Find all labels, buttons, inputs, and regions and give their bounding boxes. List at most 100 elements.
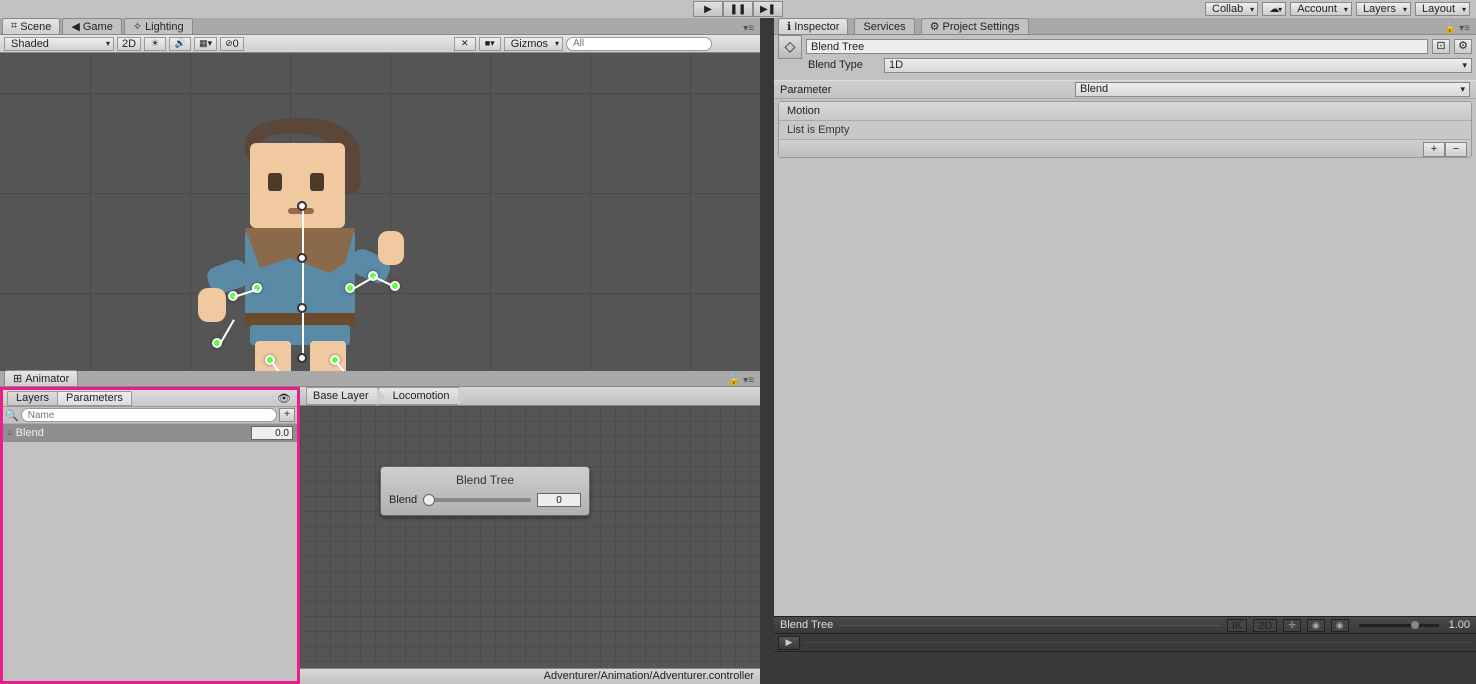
layers-label: Layers [1363, 3, 1396, 15]
step-button[interactable]: ▶❚ [753, 1, 783, 17]
layout-dropdown[interactable]: Layout [1415, 2, 1470, 16]
tab-scene[interactable]: ⌗Scene [2, 18, 60, 34]
motion-list: Motion List is Empty + − [778, 101, 1472, 158]
scene-search-input[interactable] [566, 37, 712, 51]
blend-tree-icon: ◇ [778, 35, 802, 59]
bone-chest[interactable] [297, 253, 307, 263]
animator-lock-icon[interactable]: 🔒 ▾≡ [728, 375, 760, 386]
preview-panel: Blend Tree IK 2D ✛ ◉ ◉ 1.00 ▶ [774, 616, 1476, 684]
shading-dropdown[interactable]: Shaded [4, 37, 114, 51]
scene-search[interactable] [566, 37, 756, 51]
tab-inspector-label: Inspector [794, 21, 839, 33]
2d-toggle[interactable]: 2D [117, 37, 141, 51]
layers-dropdown[interactable]: Layers [1356, 2, 1411, 16]
preview-divider [839, 625, 1221, 626]
parameter-section: Parameter Blend Motion List is Empty + − [774, 80, 1476, 158]
camera-button[interactable]: ■▾ [479, 37, 501, 51]
tab-project-settings[interactable]: ⚙Project Settings [921, 18, 1029, 34]
fx-toggle[interactable]: ▦▾ [194, 37, 217, 51]
animator-graph[interactable]: Base Layer Locomotion Blend Tree Blend A [300, 387, 760, 684]
remove-motion-button[interactable]: − [1445, 142, 1467, 157]
tab-game[interactable]: ◀ Game [62, 18, 121, 34]
animator-icon: ⊞ [13, 372, 22, 385]
character-sprite[interactable] [190, 113, 410, 373]
preset-button[interactable]: ⊡ [1432, 39, 1450, 54]
hidden-toggle[interactable]: ⊘0 [220, 37, 244, 51]
add-parameter-button[interactable]: + [279, 408, 295, 422]
tab-services[interactable]: Services [854, 18, 914, 34]
preview-settings-2[interactable]: ◉ [1331, 619, 1349, 632]
bone-root[interactable] [297, 353, 307, 363]
preview-timeline[interactable] [804, 642, 1472, 643]
scene-view[interactable] [0, 53, 760, 373]
main-area: ⌗Scene ◀ Game ✧Lighting ▾≡ Shaded 2D ☀ 🔊 … [0, 18, 760, 684]
breadcrumb-base-layer[interactable]: Base Layer [306, 387, 378, 405]
preview-speed-slider[interactable] [1359, 624, 1439, 627]
settings-button[interactable]: ⚙ [1454, 39, 1472, 54]
subtab-parameters[interactable]: Parameters [57, 391, 132, 406]
blend-value-input[interactable] [537, 493, 581, 507]
blend-node-title: Blend Tree [389, 473, 581, 487]
top-toolbar: ▶ ❚❚ ▶❚ Collab ☁ Account Layers Layout [0, 0, 1476, 18]
pause-button[interactable]: ❚❚ [723, 1, 753, 17]
add-motion-button[interactable]: + [1423, 142, 1445, 157]
preview-slider-handle[interactable] [1411, 621, 1419, 629]
preview-speed-label: 1.00 [1449, 619, 1470, 631]
parameter-value-input[interactable] [251, 426, 293, 440]
animator-path-label: Adventurer/Animation/Adventurer.controll… [544, 670, 754, 682]
param-search-input[interactable] [21, 408, 277, 422]
blend-node-param-label: Blend [389, 494, 417, 506]
parameter-dropdown[interactable]: Blend [1075, 82, 1470, 97]
scene-toolbar: Shaded 2D ☀ 🔊 ▦▾ ⊘0 ✕ ■▾ Gizmos [0, 35, 760, 53]
subtab-layers[interactable]: Layers [7, 391, 58, 406]
cloud-button[interactable]: ☁ [1262, 2, 1286, 16]
inspector-name-input[interactable] [806, 39, 1428, 54]
breadcrumb: Base Layer Locomotion [300, 387, 760, 406]
bone-spine[interactable] [297, 303, 307, 313]
game-icon: ◀ [71, 20, 79, 33]
top-right-buttons: Collab ☁ Account Layers Layout [1205, 0, 1470, 18]
spine-line [302, 208, 304, 358]
blend-slider-handle[interactable] [423, 494, 435, 506]
breadcrumb-locomotion[interactable]: Locomotion [378, 387, 459, 405]
tab-inspector[interactable]: ℹInspector [778, 18, 848, 34]
drag-handle-icon[interactable]: ≡ [7, 429, 12, 438]
account-dropdown[interactable]: Account [1290, 2, 1352, 16]
preview-play-button[interactable]: ▶ [778, 636, 800, 650]
animator-grid[interactable]: Blend Tree Blend [300, 406, 760, 668]
search-icon: 🔍 [5, 409, 19, 422]
tab-lighting-label: Lighting [145, 21, 184, 33]
inspector-tab-bar: ℹInspector Services ⚙Project Settings 🔒 … [774, 18, 1476, 35]
parameter-row[interactable]: ≡ Blend [3, 424, 297, 442]
inspector-lock-icon[interactable]: 🔒 ▾≡ [1444, 23, 1476, 34]
preview-settings-1[interactable]: ◉ [1307, 619, 1325, 632]
animator-subtabs: Layers Parameters 👁 [3, 390, 297, 407]
tools-button[interactable]: ✕ [454, 37, 476, 51]
subtab-parameters-label: Parameters [66, 392, 123, 404]
audio-toggle[interactable]: 🔊 [169, 37, 191, 51]
blend-slider[interactable] [423, 498, 531, 502]
blend-tree-node[interactable]: Blend Tree Blend [380, 466, 590, 516]
pivot-toggle[interactable]: ✛ [1283, 619, 1301, 632]
gear-icon: ⚙ [930, 20, 940, 33]
animator-parameters-panel: Layers Parameters 👁 🔍 + ≡ Blend [0, 387, 300, 684]
parameter-name: Blend [16, 427, 247, 439]
breadcrumb-base-label: Base Layer [313, 390, 369, 402]
play-button[interactable]: ▶ [693, 1, 723, 17]
animator-tab-bar: ⊞Animator 🔒 ▾≡ [0, 371, 760, 387]
collab-dropdown[interactable]: Collab [1205, 2, 1258, 16]
blend-type-dropdown[interactable]: 1D [884, 58, 1472, 73]
ik-toggle[interactable]: IK [1227, 619, 1247, 632]
panel-menu-icon[interactable]: ▾≡ [743, 23, 760, 34]
tab-game-label: Game [83, 21, 113, 33]
animator-grid-bg [300, 406, 760, 668]
tab-lighting[interactable]: ✧Lighting [124, 18, 193, 34]
tab-animator[interactable]: ⊞Animator [4, 370, 78, 386]
lighting-toggle[interactable]: ☀ [144, 37, 166, 51]
gizmos-dropdown[interactable]: Gizmos [504, 37, 563, 51]
info-icon: ℹ [787, 20, 791, 33]
bone-head[interactable] [297, 201, 307, 211]
eye-icon[interactable]: 👁 [277, 392, 291, 405]
preview-2d-toggle[interactable]: 2D [1253, 619, 1277, 632]
parameter-row: Parameter Blend [774, 80, 1476, 99]
